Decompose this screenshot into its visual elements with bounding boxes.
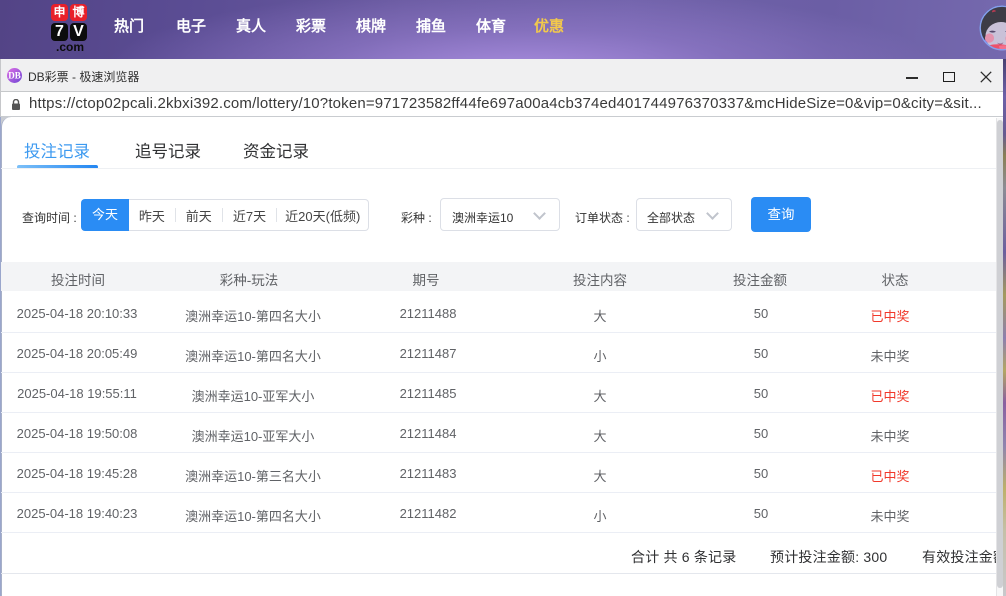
svg-text:DB: DB — [8, 71, 21, 81]
